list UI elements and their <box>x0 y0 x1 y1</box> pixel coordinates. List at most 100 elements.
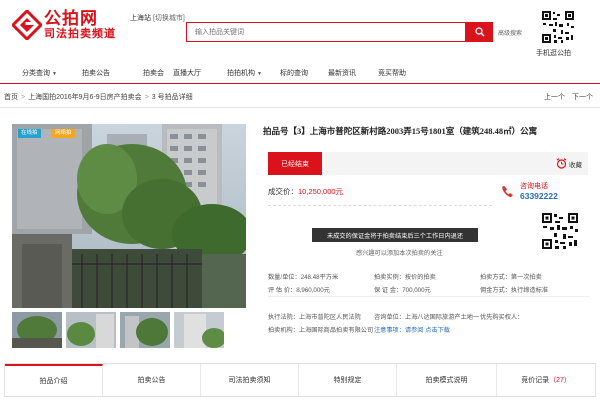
header: 公拍网 司法拍卖频道 上海站 [切换城市] 高级搜索 手机逛公拍 <box>0 0 600 64</box>
breadcrumb-separator: > <box>144 94 149 101</box>
nav-item-target-query[interactable]: 标的查询 <box>280 68 308 78</box>
tab-auction-mode[interactable]: 拍卖模式说明 <box>397 364 497 396</box>
thumbnail[interactable] <box>120 312 170 348</box>
nav-item-label: 拍拍机构 <box>227 70 255 77</box>
price-label: 成交价： <box>268 187 298 196</box>
nav-item-category[interactable]: 分类查询 ▼ <box>22 68 57 78</box>
tab-label: 竞价记录 <box>521 377 550 384</box>
badge-online: 在线拍 <box>18 129 41 138</box>
detail-notes-download-link[interactable]: 注意事项：请参阅 点击下载 <box>374 325 450 334</box>
detail-row: 数量/单位：248.48平方米 拍卖实例：按价的拍卖 拍卖方式：第一次拍卖 <box>268 272 590 282</box>
nav-item-label: 竞买帮助 <box>378 70 406 77</box>
breadcrumb-home[interactable]: 首页 <box>4 94 18 101</box>
breadcrumb-auction-session[interactable]: 上海国拍2016年9月6-9日房产拍卖会 <box>28 94 142 101</box>
divider <box>268 296 590 297</box>
search-button[interactable] <box>466 22 493 42</box>
nav-item-institutions[interactable]: 拍拍机构 ▼ <box>227 68 262 78</box>
logo-subtitle: 司法拍卖频道 <box>44 28 116 40</box>
breadcrumb-current: 3 号拍品详细 <box>151 94 193 101</box>
final-price: 成交价：10,250,000元 <box>268 186 343 197</box>
nav-item-label: 拍卖公告 <box>82 70 110 77</box>
thumbnail[interactable] <box>66 312 116 348</box>
detail-consult-unit: 咨询单位：上海八达国际旅游产土地一 <box>374 314 480 321</box>
favorite-button[interactable]: 收藏 <box>556 158 582 169</box>
tab-lot-intro[interactable]: 拍品介绍 <box>5 364 103 396</box>
detail-agency: 拍卖机构：上海国际商品拍卖有限公司 <box>268 327 374 334</box>
switch-city-link[interactable]: [切换城市] <box>153 15 185 22</box>
site-logo[interactable]: 公拍网 司法拍卖频道 <box>12 10 122 44</box>
qr-label: 手机逛公拍 <box>536 50 571 57</box>
nav-item-announcements[interactable]: 拍卖公告 <box>82 68 110 78</box>
breadcrumb-bar: 首页 > 上海国拍2016年9月6-9日房产拍卖会 >3 号拍品详细 上一个 下一个 <box>0 89 600 105</box>
phone-number: 63392222 <box>520 191 558 201</box>
detail-priority-buyer: 优先购买权人： <box>480 314 524 321</box>
nav-item-auctions[interactable]: 拍卖会 <box>143 68 164 78</box>
nav-item-label: 直播大厅 <box>173 70 201 77</box>
logo-title: 公拍网 <box>44 9 98 28</box>
thumbnail-strip <box>12 312 246 350</box>
nav-item-news[interactable]: 最新资讯 <box>328 68 356 78</box>
tab-special-rules[interactable]: 特别规定 <box>299 364 397 396</box>
nav-item-label: 最新资讯 <box>328 70 356 77</box>
detail-court: 执行法院：上海市普陀区人民法院 <box>268 314 361 321</box>
main-nav: 分类查询 ▼ 拍卖公告 拍卖会 直播大厅 拍拍机构 ▼ 标的查询 最新资讯 竞买帮助 <box>0 64 600 84</box>
city-name: 上海站 <box>130 15 151 22</box>
thumbnail[interactable] <box>174 312 224 348</box>
nav-item-label: 标的查询 <box>280 70 308 77</box>
thumbnail[interactable] <box>12 312 62 348</box>
favorite-label: 收藏 <box>569 161 582 169</box>
tab-judicial-notice[interactable]: 司法拍卖须知 <box>201 364 299 396</box>
nav-item-live-hall[interactable]: 直播大厅 <box>173 68 201 78</box>
breadcrumb-separator: > <box>21 94 26 101</box>
caret-down-icon: ▼ <box>257 71 262 77</box>
detail-auction-round: 拍卖方式：第一次拍卖 <box>480 274 542 281</box>
badge-label: 网络拍 <box>55 130 72 136</box>
price-value: 10,250,000元 <box>298 187 344 196</box>
hotline: 咨询电话 63392222 <box>500 181 590 205</box>
detail-quantity: 数量/单位：248.48平方米 <box>268 274 339 281</box>
divider <box>0 107 600 108</box>
advanced-search-link[interactable]: 高级搜索 <box>498 28 522 37</box>
thumbnail-image <box>174 312 224 348</box>
tab-announcement[interactable]: 拍卖公告 <box>103 364 201 396</box>
next-lot-link[interactable]: 下一个 <box>572 92 593 102</box>
nav-item-help[interactable]: 竞买帮助 <box>378 68 406 78</box>
phone-icon <box>502 186 513 197</box>
phone-label: 咨询电话 <box>520 183 548 190</box>
divider <box>268 205 492 206</box>
thumbnail-image <box>12 312 62 348</box>
status-badge: 已经结束 <box>268 152 322 175</box>
tab-bid-records[interactable]: 竞价记录 （27） <box>497 364 595 396</box>
lot-title: 拍品号【3】上海市普陀区新村路2003弄15号1801室（建筑248.48㎡）公… <box>263 126 538 136</box>
city-selector[interactable]: 上海站 [切换城市] <box>130 13 185 23</box>
status-bar: 已经结束 收藏 <box>268 152 588 175</box>
alarm-clock-icon <box>556 158 567 169</box>
prev-lot-link[interactable]: 上一个 <box>544 92 565 102</box>
caret-down-icon: ▼ <box>52 71 57 77</box>
detail-tabs: 拍品介绍 拍卖公告 司法拍卖须知 特别规定 拍卖模式说明 竞价记录 （27） <box>4 363 596 397</box>
bid-count-badge: （27） <box>549 377 571 384</box>
thumbnail-image <box>120 312 170 348</box>
watch-hint: 感兴趣可以添加本次拍卖的关注 <box>356 250 443 257</box>
search-icon <box>474 27 484 37</box>
lot-main-photo[interactable]: 在线拍 网络拍 <box>12 124 246 308</box>
nav-item-label: 拍卖会 <box>143 70 164 77</box>
detail-row: 执行法院：上海市普陀区人民法院 咨询单位：上海八达国际旅游产土地一 优先购买权人… <box>268 312 590 322</box>
detail-deposit: 保 证 金：700,000元 <box>374 287 431 294</box>
logo-mark-icon <box>12 10 42 40</box>
detail-row: 拍卖机构：上海国际商品拍卖有限公司 注意事项：请参阅 点击下载 <box>268 325 590 335</box>
detail-row: 评 估 价：8,960,000元 保 证 金：700,000元 佣金方式：执行缔… <box>268 285 590 295</box>
nav-item-label: 分类查询 <box>22 70 50 77</box>
badge-network: 网络拍 <box>52 129 75 138</box>
qr-code-icon <box>541 10 575 44</box>
detail-auction-type: 拍卖实例：按价的拍卖 <box>374 274 436 281</box>
detail-appraisal: 评 估 价：8,960,000元 <box>268 287 330 294</box>
search-box <box>186 22 466 42</box>
search-input[interactable] <box>187 23 465 41</box>
building-photo-image <box>12 124 246 308</box>
qr-code-icon <box>541 212 579 250</box>
deposit-notice: 未成交的保证金将于拍卖结束后三个工作日内退还 <box>312 228 478 242</box>
breadcrumb: 首页 > 上海国拍2016年9月6-9日房产拍卖会 >3 号拍品详细 <box>4 92 193 102</box>
detail-commission: 佣金方式：执行缔造标准 <box>480 287 549 294</box>
thumbnail-image <box>66 312 116 348</box>
